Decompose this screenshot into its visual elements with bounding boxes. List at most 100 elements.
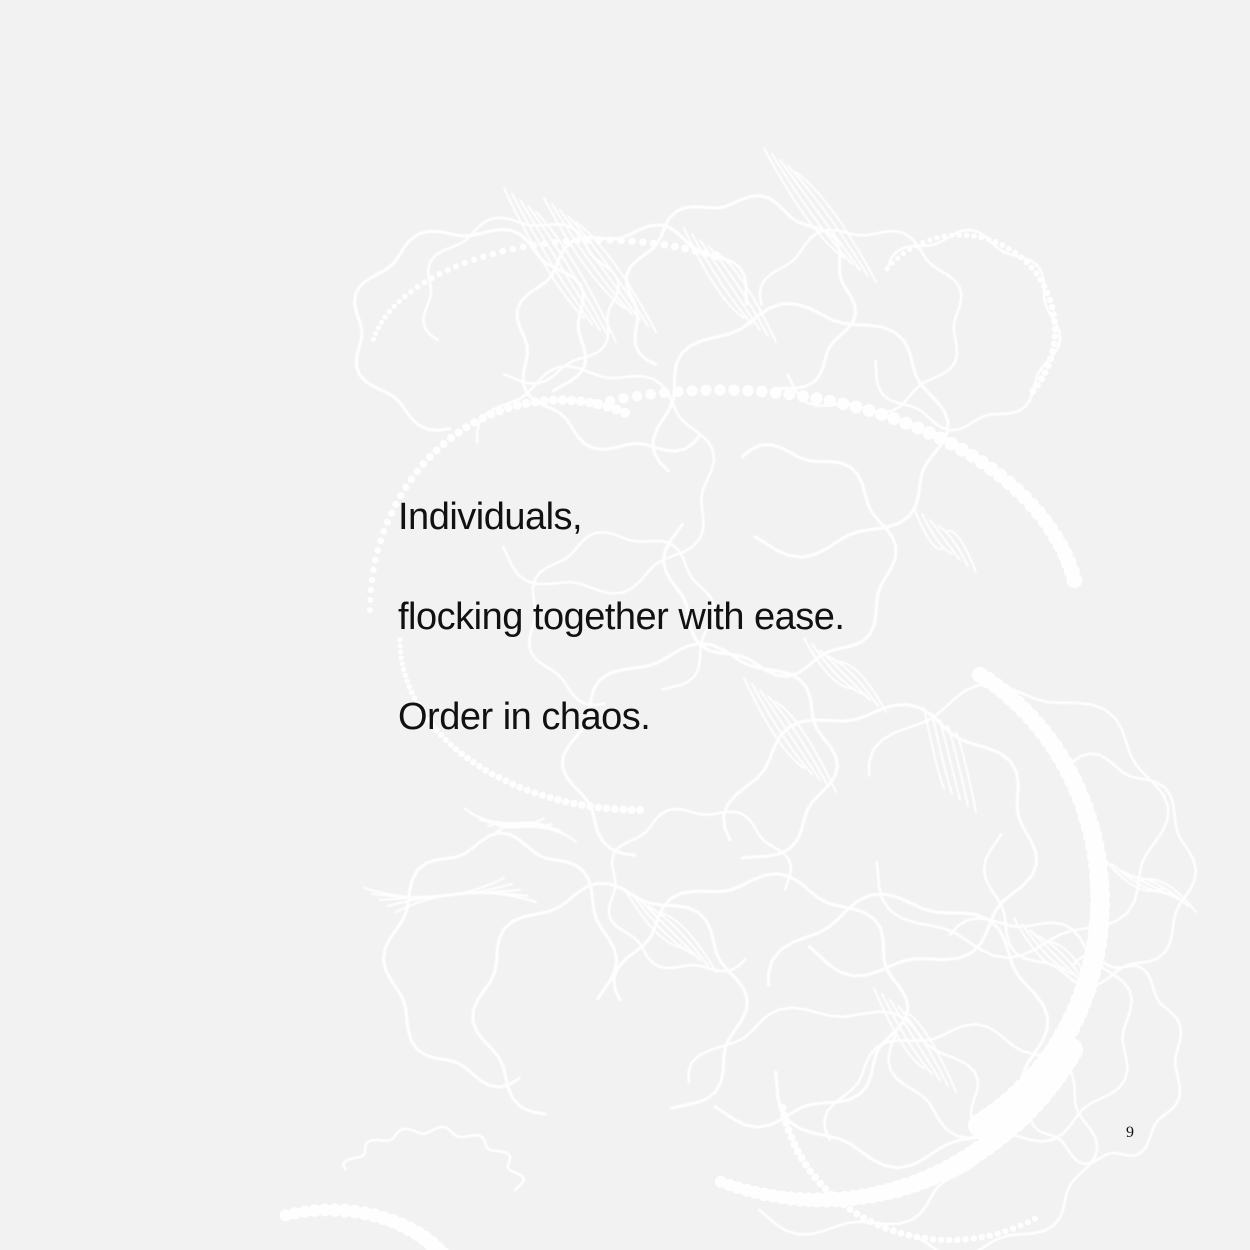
book-page: Individuals, flocking together with ease… xyxy=(0,0,1250,1250)
trail-bead xyxy=(1047,355,1054,362)
trail-bead xyxy=(895,255,901,261)
trail-bead xyxy=(375,325,381,331)
trail-bead xyxy=(1002,1228,1009,1235)
trail-bead xyxy=(428,275,435,282)
trail-bead xyxy=(584,236,592,244)
trail-bead xyxy=(728,384,740,396)
trail-bead xyxy=(1049,303,1056,311)
trail-bead xyxy=(611,404,622,415)
trail-bead xyxy=(985,236,992,243)
trail-bead xyxy=(1017,1222,1024,1229)
trail-bead xyxy=(370,566,377,574)
trail-bead xyxy=(606,236,614,244)
trail-bead xyxy=(461,259,468,266)
trail-bead xyxy=(649,239,658,248)
trail-bead xyxy=(562,237,570,245)
trail-bead xyxy=(371,336,376,342)
trail-bead xyxy=(538,791,547,799)
trail-whisker xyxy=(787,165,869,277)
trail-bead xyxy=(816,1179,824,1188)
trail-bead xyxy=(368,576,376,584)
trail-bead xyxy=(897,1229,905,1237)
trail-bead xyxy=(380,527,388,535)
trail-whisker xyxy=(1119,869,1181,901)
trail-bead xyxy=(862,404,876,417)
trail-bead xyxy=(578,801,586,809)
trail-bead xyxy=(486,410,496,419)
trail-bead xyxy=(566,395,577,406)
trail-bead xyxy=(618,393,629,404)
trail-bead xyxy=(802,1161,810,1169)
trail-bead xyxy=(701,249,710,258)
trail-bead xyxy=(631,391,643,402)
trail-bead xyxy=(454,428,463,437)
trail-curve xyxy=(758,228,963,414)
trail-bead xyxy=(628,237,636,245)
trail-bead xyxy=(373,331,379,336)
trail-bead xyxy=(783,388,796,401)
trail-bead xyxy=(927,237,933,243)
trail-bead xyxy=(421,279,428,286)
trail-bead xyxy=(849,400,863,414)
trail-bead xyxy=(636,806,644,814)
trail-bead xyxy=(611,805,619,813)
trail-whisker xyxy=(519,199,601,331)
trail-bead xyxy=(963,232,970,238)
trail-bead xyxy=(557,395,568,405)
trail-bead xyxy=(797,390,809,403)
trail-bead xyxy=(853,1210,861,1218)
trail-bead xyxy=(425,453,434,461)
trail-curve xyxy=(874,228,1062,432)
trail-bead xyxy=(521,398,531,408)
trail-bead xyxy=(810,392,823,405)
trail-bead xyxy=(769,386,782,399)
trail-bead xyxy=(1018,254,1025,261)
trail-bead xyxy=(889,260,895,266)
trail-bead xyxy=(787,1133,796,1142)
trail-bead xyxy=(700,384,712,396)
trail-bead xyxy=(671,242,679,251)
trail-bead xyxy=(1028,264,1035,271)
trail-bead xyxy=(797,1154,806,1162)
trail-bead xyxy=(1044,362,1052,369)
trail-bead xyxy=(929,1235,937,1243)
trail-bead xyxy=(882,1224,890,1232)
trail-bead xyxy=(934,235,940,241)
trail-bead xyxy=(391,303,397,310)
trail-bead xyxy=(899,416,913,430)
trail-bead xyxy=(531,789,539,797)
trail-bead xyxy=(1037,276,1044,283)
trail-bead xyxy=(627,805,636,814)
trail-bead xyxy=(999,242,1006,248)
trail-bead xyxy=(836,397,850,411)
trail-bead xyxy=(554,796,562,804)
trail-bead xyxy=(941,233,947,239)
trail-bead xyxy=(382,314,388,320)
trail-bead xyxy=(1029,387,1037,395)
trail-bead xyxy=(586,802,594,811)
trail-bead xyxy=(1024,1219,1031,1226)
trail-bead xyxy=(1023,259,1030,266)
trail-bead xyxy=(978,234,985,241)
trail-bead xyxy=(1041,369,1049,376)
trail-bead xyxy=(432,446,441,455)
trail-bead xyxy=(379,319,385,325)
trail-bead xyxy=(780,1111,789,1120)
trail-whisker xyxy=(905,1011,957,1093)
trail-bead xyxy=(714,384,726,396)
trail-bead xyxy=(846,1205,854,1213)
trail-bead xyxy=(907,246,913,252)
trail-bead xyxy=(570,799,578,808)
trail-bead xyxy=(889,1227,897,1235)
trail-bead xyxy=(992,239,999,245)
trail-bead xyxy=(408,288,414,295)
trail-bead xyxy=(562,798,570,806)
trail-bead xyxy=(742,385,754,397)
trail-bead xyxy=(1032,1215,1038,1222)
trail-bead xyxy=(874,1221,882,1229)
trail-bead xyxy=(937,1236,945,1244)
trail-bead xyxy=(875,408,888,421)
trail-bead xyxy=(439,440,448,448)
trail-bead xyxy=(530,397,540,407)
trail-bead xyxy=(620,407,630,418)
